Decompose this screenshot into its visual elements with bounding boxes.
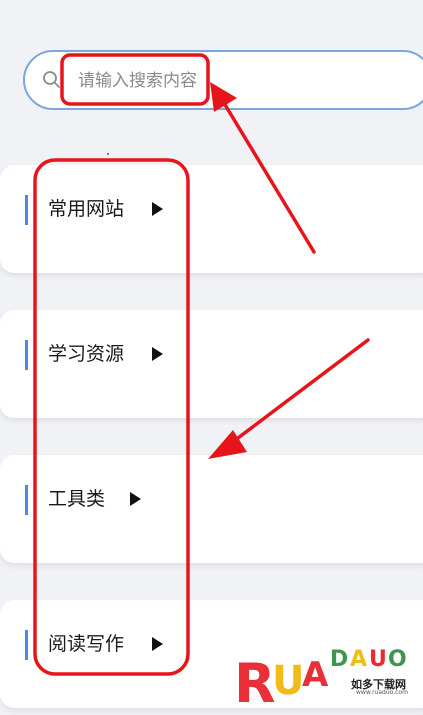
- accent-bar: [25, 630, 28, 660]
- category-label: 工具类: [48, 488, 106, 510]
- play-arrow-icon[interactable]: [152, 637, 163, 651]
- category-card-tools[interactable]: 工具类: [0, 455, 423, 563]
- stray-dot: [107, 153, 109, 155]
- category-label: 阅读写作: [48, 633, 125, 655]
- watermark-url: www.ruaduo.com: [356, 689, 408, 696]
- play-arrow-icon[interactable]: [152, 347, 163, 361]
- play-arrow-icon[interactable]: [152, 202, 163, 216]
- svg-text:A: A: [350, 647, 367, 672]
- watermark-logo: R U A D A U O: [234, 647, 407, 714]
- svg-text:D: D: [330, 647, 348, 672]
- play-arrow-icon[interactable]: [130, 492, 141, 506]
- category-label: 学习资源: [48, 343, 125, 365]
- search-icon: [43, 71, 60, 88]
- accent-bar: [25, 340, 28, 370]
- svg-text:R: R: [234, 652, 276, 714]
- search-placeholder: 请输入搜索内容: [78, 71, 197, 91]
- accent-bar: [25, 485, 28, 515]
- svg-text:O: O: [388, 647, 407, 672]
- svg-text:U: U: [369, 647, 387, 672]
- category-label: 常用网站: [48, 198, 125, 220]
- category-card-learning-resources[interactable]: 学习资源: [0, 310, 423, 418]
- category-card-common-sites[interactable]: 常用网站: [0, 165, 423, 273]
- accent-bar: [25, 195, 28, 225]
- svg-text:A: A: [302, 655, 329, 695]
- svg-text:U: U: [272, 658, 304, 704]
